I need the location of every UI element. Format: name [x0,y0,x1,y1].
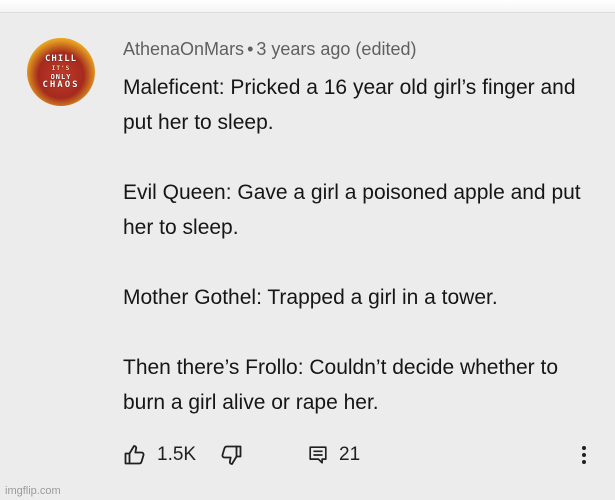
like-count: 1.5K [157,444,197,465]
vertical-dots-icon [577,443,591,467]
comment-header: AthenaOnMars • 3 years ago (edited) [123,39,416,60]
avatar[interactable]: CHILL IT'S ONLY CHAOS [27,38,95,106]
more-options-button[interactable] [577,440,591,470]
thumbs-up-icon [123,443,147,467]
avatar-text-1: CHILL [44,53,78,64]
reply-count: 21 [339,444,361,465]
avatar-text-4: CHAOS [42,79,80,90]
watermark: imgflip.com [5,485,61,497]
top-bar [0,0,615,13]
reply-button[interactable]: 21 [307,440,360,470]
comment-text: Maleficent: Pricked a 16 year old girl’s… [123,70,603,420]
dislike-button[interactable] [219,440,243,470]
comment-paragraph: Mother Gothel: Trapped a girl in a tower… [123,286,498,309]
like-button[interactable]: 1.5K [123,440,196,470]
action-bar: 1.5K 21 [123,440,603,470]
reply-comment-icon [307,444,329,466]
comment-paragraph: Then there’s Frollo: Couldn’t decide whe… [123,356,559,414]
thumbs-down-icon [219,443,243,467]
separator: • [247,39,254,59]
comment-paragraph: Maleficent: Pricked a 16 year old girl’s… [123,76,576,134]
author-name[interactable]: AthenaOnMars [123,39,244,59]
timestamp: 3 years ago (edited) [256,39,417,59]
avatar-text-2: IT'S [51,64,71,72]
comment-paragraph: Evil Queen: Gave a girl a poisoned apple… [123,181,581,239]
